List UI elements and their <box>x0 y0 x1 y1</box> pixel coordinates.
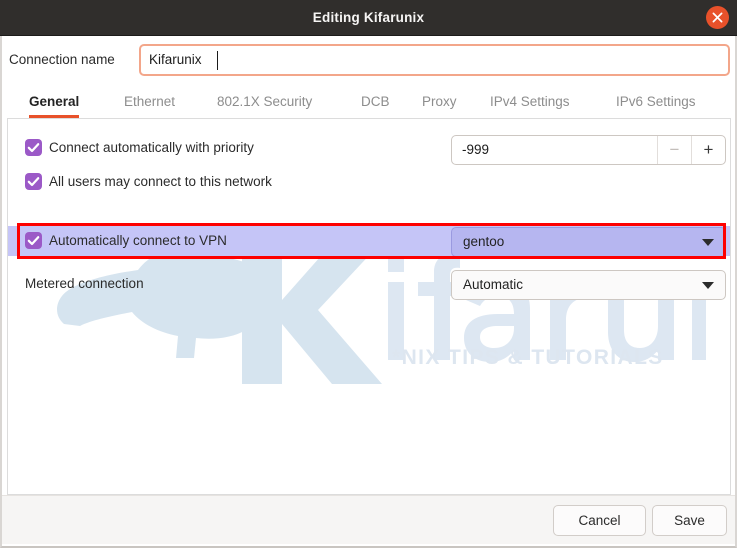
priority-increment-button[interactable]: + <box>691 136 725 164</box>
metered-connection-value: Automatic <box>463 277 524 292</box>
priority-decrement-button[interactable]: − <box>657 136 691 164</box>
connection-name-label: Connection name <box>9 52 115 67</box>
all-users-row: All users may connect to this network <box>8 167 730 197</box>
connect-automatically-checkbox[interactable] <box>25 139 42 156</box>
metered-connection-row: Metered connection Automatic <box>8 269 730 300</box>
dialog-footer: Cancel Save <box>2 495 735 544</box>
chevron-down-icon <box>702 282 714 289</box>
all-users-checkbox[interactable] <box>25 173 42 190</box>
close-icon[interactable] <box>706 6 729 29</box>
general-tab-panel: Connect automatically with priority -999… <box>7 119 731 495</box>
tab-ipv6-settings[interactable]: IPv6 Settings <box>616 87 696 118</box>
tab-bar: General Ethernet 802.1X Security DCB Pro… <box>7 87 731 119</box>
priority-spinner[interactable]: -999 − + <box>451 135 726 165</box>
connection-name-field[interactable] <box>139 44 730 76</box>
connection-name-row: Connection name <box>2 44 735 80</box>
chevron-down-icon <box>702 239 714 246</box>
auto-vpn-checkbox[interactable] <box>25 232 42 249</box>
all-users-label: All users may connect to this network <box>49 174 272 189</box>
window-content: *NIX TIPS & TUTORIALS https://blog.csdn.… <box>0 36 737 548</box>
auto-vpn-label: Automatically connect to VPN <box>49 233 227 248</box>
title-bar: Editing Kifarunix <box>0 0 737 36</box>
metered-connection-label: Metered connection <box>25 276 144 291</box>
save-button[interactable]: Save <box>652 505 727 536</box>
vpn-connection-value: gentoo <box>463 234 505 249</box>
tab-dcb[interactable]: DCB <box>361 87 390 118</box>
auto-vpn-row: Automatically connect to VPN gentoo <box>8 226 730 257</box>
tab-proxy[interactable]: Proxy <box>422 87 457 118</box>
tab-ethernet[interactable]: Ethernet <box>124 87 175 118</box>
editing-connection-window: Editing Kifarunix *NIX TIPS & TUTORIALS … <box>0 0 737 548</box>
metered-connection-dropdown[interactable]: Automatic <box>451 270 726 300</box>
tab-general[interactable]: General <box>29 87 80 118</box>
cancel-button[interactable]: Cancel <box>553 505 646 536</box>
priority-value: -999 <box>462 142 490 157</box>
window-title: Editing Kifarunix <box>312 10 425 25</box>
connect-automatically-label: Connect automatically with priority <box>49 140 254 155</box>
vpn-connection-dropdown[interactable]: gentoo <box>451 227 726 257</box>
tab-ipv4-settings[interactable]: IPv4 Settings <box>490 87 570 118</box>
connect-automatically-row: Connect automatically with priority -999… <box>8 133 730 165</box>
connection-name-input[interactable] <box>149 46 709 74</box>
tab-8021x-security[interactable]: 802.1X Security <box>217 87 312 118</box>
text-caret <box>217 51 218 70</box>
